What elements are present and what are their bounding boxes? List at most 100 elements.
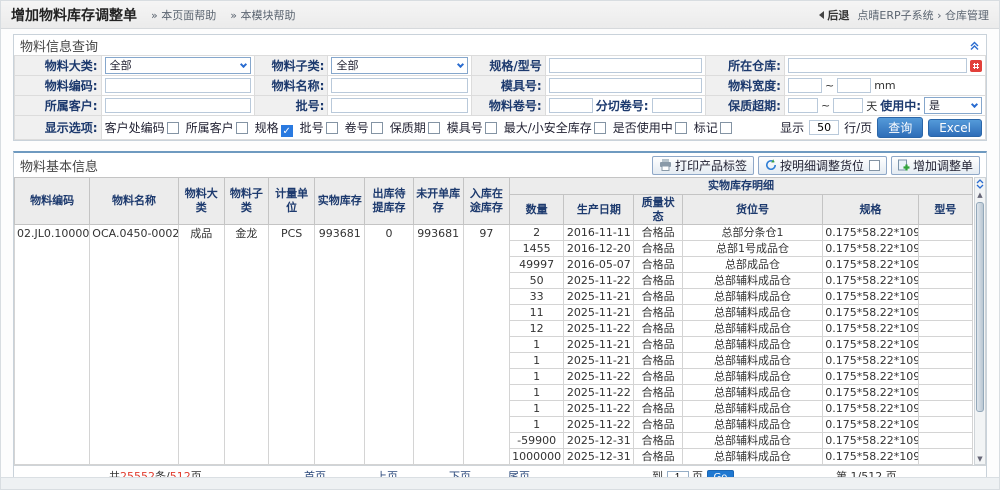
display-option[interactable]: 模具号 (447, 119, 497, 136)
display-option-checkbox[interactable] (236, 122, 248, 134)
col-header-name: 物料名称 (90, 178, 178, 225)
vertical-scrollbar[interactable]: ▲ ▼ (974, 177, 986, 465)
detail-cell-status: 合格品 (634, 337, 682, 353)
sub-class-select[interactable]: 全部 (331, 57, 468, 74)
chevron-down-icon (971, 101, 978, 108)
material-code-input[interactable] (105, 78, 251, 93)
display-option[interactable]: 所属客户 (186, 119, 248, 136)
warehouse-input[interactable] (788, 58, 967, 73)
display-option-checkbox[interactable] (371, 122, 383, 134)
detail-cell-qty: 1 (509, 417, 563, 433)
detail-cell-qty: 1 (509, 401, 563, 417)
detail-cell-qty: 1455 (509, 241, 563, 257)
in-use-value: 是 (929, 99, 940, 112)
display-option[interactable]: 是否使用中 (613, 119, 687, 136)
table-row[interactable]: 02.JL0.1000006OCA.0450-0002-A成品金龙PCS9936… (15, 225, 973, 241)
detail-cell-qty: 49997 (509, 257, 563, 273)
detail-cell-date: 2025-11-22 (564, 369, 634, 385)
detail-cell-qty: -59900 (509, 433, 563, 449)
detail-cell-qty: 1 (509, 369, 563, 385)
display-options: 客户处编码 所属客户 规格 批号 卷号 保质期 模具号 (105, 119, 732, 137)
scroll-down-arrow[interactable]: ▼ (977, 454, 982, 464)
page-size-prefix: 显示 (780, 119, 804, 136)
detail-cell-location: 总部分条仓1 (682, 225, 823, 241)
adjust-location-button[interactable]: 按明细调整货位 (758, 156, 887, 175)
detail-cell-status: 合格品 (634, 289, 682, 305)
detail-cell-spec: 0.175*58.22*109.78 (823, 449, 918, 465)
display-option-checkbox[interactable] (167, 122, 179, 134)
spec-model-input[interactable] (549, 58, 702, 73)
detail-cell-model (918, 337, 972, 353)
module-help-link[interactable]: » 本模块帮助 (230, 7, 295, 23)
expire-min-input[interactable] (788, 98, 818, 113)
batch-no-input[interactable] (331, 98, 468, 113)
expire-max-input[interactable] (833, 98, 863, 113)
detail-cell-model (918, 433, 972, 449)
detail-cell-status: 合格品 (634, 417, 682, 433)
detail-cell-date: 2025-11-22 (564, 273, 634, 289)
in-use-select[interactable]: 是 (924, 97, 982, 114)
detail-cell-model (918, 321, 972, 337)
detail-cell-location: 总部辅料成品仓 (682, 305, 823, 321)
col-header-outbound: 出库待提库存 (365, 178, 413, 225)
add-order-text: 增加调整单 (913, 157, 973, 174)
breadcrumb: 点晴ERP子系统 › 仓库管理 (857, 7, 989, 23)
scrollbar-thumb[interactable] (976, 202, 984, 412)
detail-cell-location: 总部辅料成品仓 (682, 321, 823, 337)
page-size-input[interactable] (809, 120, 839, 135)
detail-cell-location: 总部辅料成品仓 (682, 289, 823, 305)
display-option[interactable]: 标记 (694, 119, 732, 136)
excel-button[interactable]: Excel (928, 119, 982, 137)
display-option-checkbox[interactable] (675, 122, 687, 134)
chevron-down-icon (457, 61, 464, 68)
back-arrow-icon (819, 11, 824, 19)
display-option[interactable]: 批号 (300, 119, 338, 136)
width-max-input[interactable] (837, 78, 871, 93)
col-header-status: 质量状态 (634, 194, 682, 225)
detail-cell-location: 总部辅料成品仓 (682, 353, 823, 369)
customer-input[interactable] (105, 98, 251, 113)
display-option[interactable]: 规格 (255, 119, 293, 137)
detail-cell-spec: 0.175*58.22*109.78 (823, 433, 918, 449)
range-separator: ~ (825, 79, 834, 92)
detail-cell-qty: 50 (509, 273, 563, 289)
width-min-input[interactable] (788, 78, 822, 93)
collapse-chevrons-icon[interactable] (975, 178, 985, 190)
display-option[interactable]: 客户处编码 (105, 119, 179, 136)
display-option-checkbox[interactable] (428, 122, 440, 134)
search-button[interactable]: 查询 (877, 117, 923, 138)
display-option-checkbox[interactable] (720, 122, 732, 134)
print-label-button[interactable]: 打印产品标签 (652, 156, 754, 175)
collapse-panel-icon[interactable] (969, 40, 980, 51)
display-option[interactable]: 保质期 (390, 119, 440, 136)
big-class-select[interactable]: 全部 (105, 57, 251, 74)
inventory-panel-title: 物料基本信息 (20, 156, 98, 175)
detail-cell-model (918, 401, 972, 417)
warehouse-picker-icon[interactable] (970, 60, 982, 72)
detail-cell-spec: 0.175*58.22*109.78 (823, 273, 918, 289)
display-option-checkbox[interactable] (326, 122, 338, 134)
display-option-checkbox[interactable] (594, 122, 606, 134)
detail-cell-qty: 11 (509, 305, 563, 321)
detail-cell-status: 合格品 (634, 449, 682, 465)
page-help-link[interactable]: » 本页面帮助 (151, 7, 216, 23)
detail-cell-qty: 1 (509, 337, 563, 353)
label-expire: 保质超期: (705, 96, 784, 116)
back-button[interactable]: 后退 (819, 7, 849, 23)
display-option[interactable]: 卷号 (345, 119, 383, 136)
detail-cell-date: 2025-11-21 (564, 353, 634, 369)
display-option-checkbox[interactable] (485, 122, 497, 134)
roll-no-input[interactable] (549, 98, 593, 113)
col-header-qty: 数量 (509, 194, 563, 225)
main-cell-sub_class: 金龙 (224, 225, 268, 465)
big-class-value: 全部 (110, 59, 132, 72)
display-option-checkbox[interactable] (281, 125, 293, 137)
adjust-location-checkbox[interactable] (869, 160, 880, 171)
add-order-button[interactable]: 增加调整单 (891, 156, 980, 175)
scroll-up-arrow[interactable]: ▲ (977, 190, 982, 200)
mould-no-input[interactable] (549, 78, 702, 93)
detail-cell-date: 2016-11-11 (564, 225, 634, 241)
material-name-input[interactable] (331, 78, 468, 93)
slit-roll-no-input[interactable] (652, 98, 702, 113)
display-option[interactable]: 最大/小安全库存 (504, 119, 606, 136)
